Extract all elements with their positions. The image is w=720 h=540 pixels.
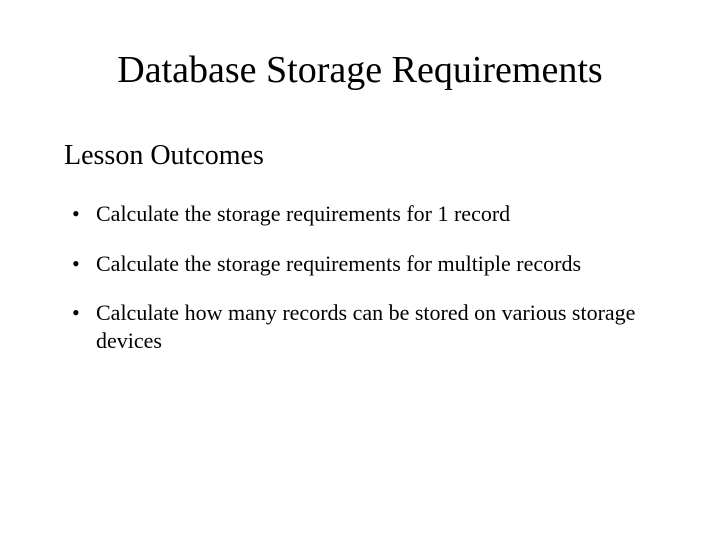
list-item: Calculate the storage requirements for 1…	[68, 200, 660, 228]
slide-subtitle: Lesson Outcomes	[64, 140, 660, 172]
slide-title: Database Storage Requirements	[60, 48, 660, 92]
list-item: Calculate how many records can be stored…	[68, 299, 660, 354]
bullet-list: Calculate the storage requirements for 1…	[68, 200, 660, 354]
list-item: Calculate the storage requirements for m…	[68, 250, 660, 278]
